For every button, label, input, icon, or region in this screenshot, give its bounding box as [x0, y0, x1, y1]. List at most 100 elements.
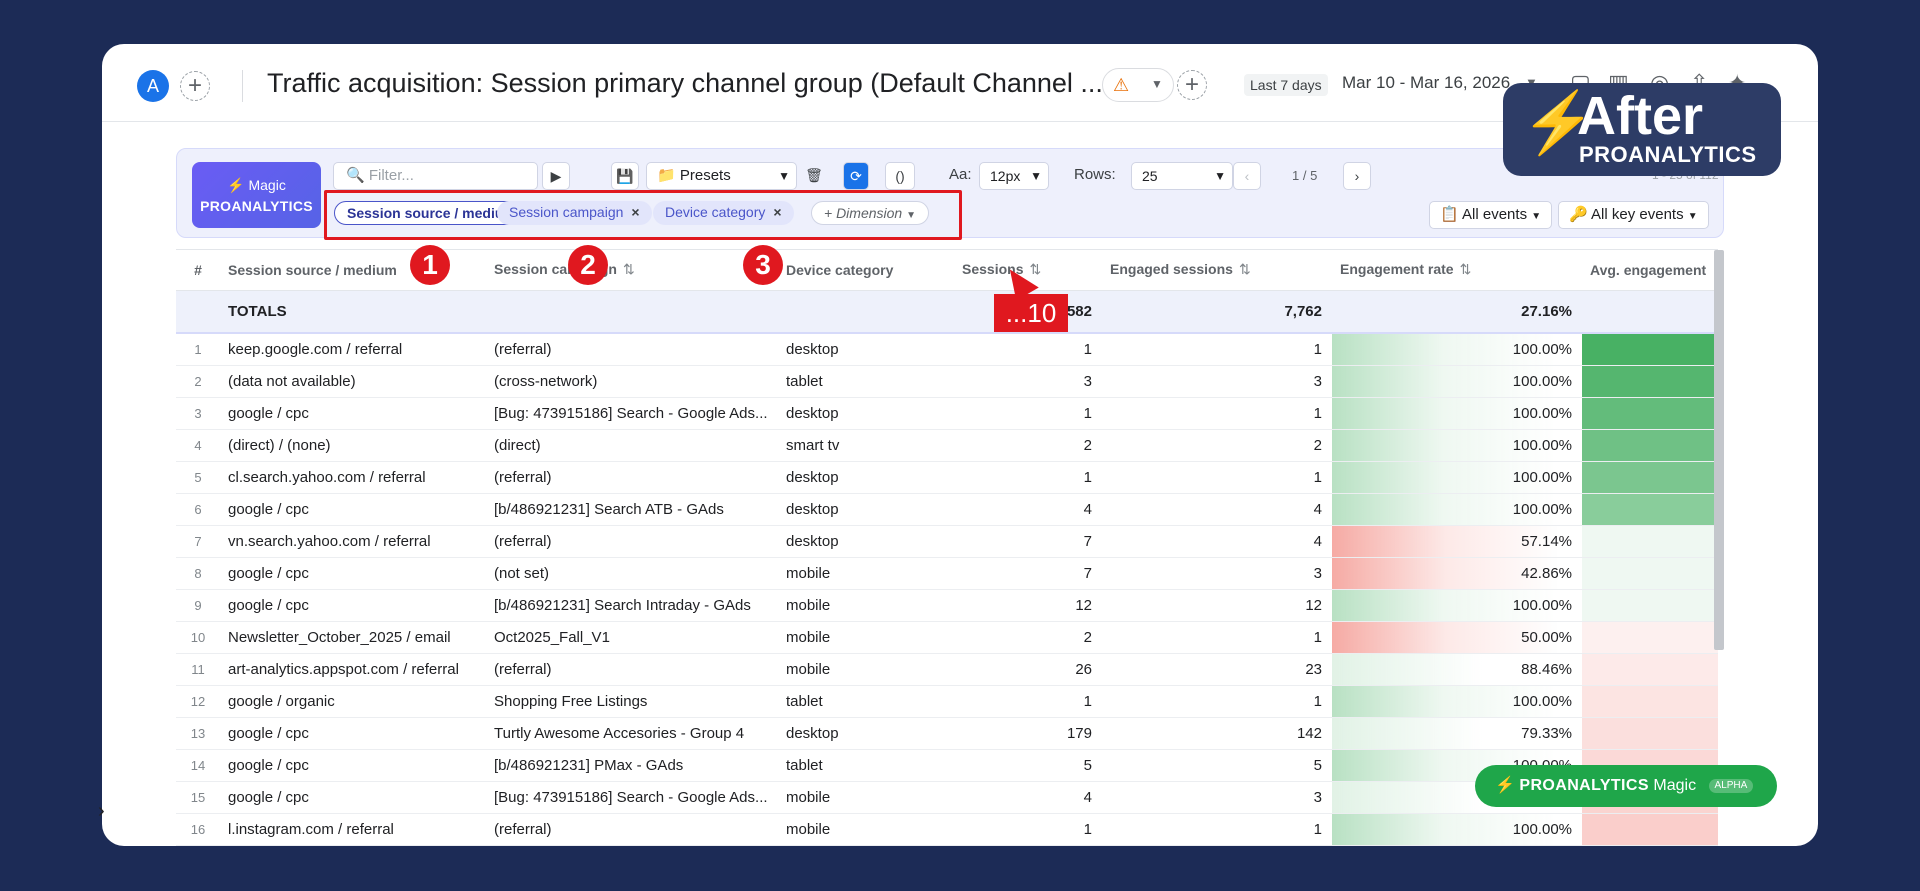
row-index: 11: [176, 653, 220, 686]
col-device-header[interactable]: Device category: [778, 250, 954, 291]
row-rate: 42.86%: [1332, 557, 1582, 590]
row-device: mobile: [778, 621, 954, 654]
add-comparison-button[interactable]: +: [180, 71, 210, 101]
row-source-medium: (data not available): [220, 365, 486, 398]
totals-rate: 27.16%: [1332, 290, 1582, 334]
row-device: mobile: [778, 557, 954, 590]
sort-icon[interactable]: ⇅: [1239, 261, 1251, 277]
chevron-down-icon: ▼: [778, 169, 790, 183]
font-size-select[interactable]: 12px ▼: [979, 162, 1049, 190]
col-engaged-header[interactable]: Engaged sessions ⇅: [1102, 250, 1332, 291]
add-filter-button[interactable]: +: [1177, 70, 1207, 100]
table-row[interactable]: 8 google / cpc (not set) mobile 7 3 42.86%: [176, 557, 1718, 590]
all-key-events-select[interactable]: 🔑 All key events ▼: [1558, 201, 1709, 229]
row-device: desktop: [778, 525, 954, 558]
table-row[interactable]: 1 keep.google.com / referral (referral) des…: [176, 333, 1718, 366]
row-sessions: 26: [954, 653, 1102, 686]
next-page-button[interactable]: ›: [1343, 162, 1371, 190]
row-rate: 100.00%: [1332, 429, 1582, 462]
row-rate: 100.00%: [1332, 813, 1582, 846]
chevron-right-icon[interactable]: ›: [98, 800, 105, 823]
row-avg-engagement: [1582, 685, 1718, 718]
row-avg-engagement: [1582, 525, 1718, 558]
row-campaign: [Bug: 473915186] Search - Google Ads...: [486, 781, 778, 814]
launcher-word: Magic: [1653, 777, 1697, 794]
row-index: 7: [176, 525, 220, 558]
magic-button[interactable]: ⚡ Magic PROANALYTICS: [192, 162, 321, 228]
row-sessions: 12: [954, 589, 1102, 622]
row-device: desktop: [778, 333, 954, 366]
row-rate: 57.14%: [1332, 525, 1582, 558]
prev-page-button[interactable]: ‹: [1233, 162, 1261, 190]
row-rate: 79.33%: [1332, 717, 1582, 750]
row-source-medium: Newsletter_October_2025 / email: [220, 621, 486, 654]
date-range-picker[interactable]: Mar 10 - Mar 16, 2026: [1342, 73, 1510, 93]
row-sessions: 1: [954, 685, 1102, 718]
row-engaged: 1: [1102, 461, 1332, 494]
chevron-down-icon: ▼: [1151, 77, 1163, 91]
chevron-down-icon: ▼: [1214, 169, 1226, 183]
row-index: 1: [176, 333, 220, 366]
col-avg-engagement-header[interactable]: Avg. engagement: [1582, 250, 1718, 291]
trash-icon[interactable]: 🗑: [801, 162, 827, 190]
table-row[interactable]: 3 google / cpc [Bug: 473915186] Search - G…: [176, 397, 1718, 430]
annotation-callout: ...10: [994, 294, 1068, 332]
row-engaged: 23: [1102, 653, 1332, 686]
row-sessions: 2: [954, 621, 1102, 654]
chevron-down-icon: ▼: [1030, 169, 1042, 183]
table-row[interactable]: 12 google / organic Shopping Free Listings…: [176, 685, 1718, 718]
magic-label: Magic: [248, 177, 286, 193]
warning-menu-button[interactable]: ⚠ ▼: [1102, 68, 1174, 102]
key-icon: 🔑: [1569, 206, 1588, 223]
row-device: tablet: [778, 365, 954, 398]
annotation-badge-3: 3: [743, 245, 783, 285]
date-preset-chip[interactable]: Last 7 days: [1244, 74, 1328, 96]
row-device: mobile: [778, 781, 954, 814]
presets-label: Presets: [679, 167, 731, 184]
sort-icon[interactable]: ⇅: [1460, 261, 1472, 277]
table-row[interactable]: 9 google / cpc [b/486921231] Search Intrad…: [176, 589, 1718, 622]
row-rate: 100.00%: [1332, 333, 1582, 366]
row-index: 13: [176, 717, 220, 750]
col-label: Session source / medium: [228, 261, 397, 278]
play-button[interactable]: ▶: [542, 162, 570, 190]
table-row[interactable]: 4 (direct) / (none) (direct) smart tv 2 2 100.…: [176, 429, 1718, 462]
table-row[interactable]: 6 google / cpc [b/486921231] Search ATB - …: [176, 493, 1718, 526]
table-row[interactable]: 10 Newsletter_October_2025 / email Oct2025…: [176, 621, 1718, 654]
avatar[interactable]: A: [137, 70, 169, 102]
table-row[interactable]: 7 vn.search.yahoo.com / referral (referral…: [176, 525, 1718, 558]
row-avg-engagement: [1582, 717, 1718, 750]
totals-index: [176, 290, 220, 334]
presets-select[interactable]: 📁 Presets ▼: [646, 162, 797, 190]
save-icon[interactable]: 💾: [611, 162, 639, 190]
table-scrollbar[interactable]: [1714, 250, 1724, 650]
row-sessions: 7: [954, 525, 1102, 558]
table-row[interactable]: 2 (data not available) (cross-network) tabl…: [176, 365, 1718, 398]
rows-value: 25: [1142, 168, 1158, 184]
col-rate-header[interactable]: Engagement rate ⇅: [1332, 250, 1582, 291]
row-device: mobile: [778, 813, 954, 846]
row-sessions: 1: [954, 397, 1102, 430]
refresh-icon[interactable]: ⟳: [843, 162, 869, 190]
magic-launcher-button[interactable]: ⚡ PROANALYTICS Magic ALPHA: [1475, 765, 1777, 807]
table-row[interactable]: 13 google / cpc Turtly Awesome Accesories …: [176, 717, 1718, 750]
row-campaign: [b/486921231] Search Intraday - GAds: [486, 589, 778, 622]
row-source-medium: (direct) / (none): [220, 429, 486, 462]
row-source-medium: google / cpc: [220, 781, 486, 814]
filter-input[interactable]: 🔍 Filter...: [333, 162, 538, 190]
col-index-header: #: [176, 250, 220, 291]
table-row[interactable]: 5 cl.search.yahoo.com / referral (referral…: [176, 461, 1718, 494]
all-events-select[interactable]: 📋 All events ▼: [1429, 201, 1553, 229]
row-engaged: 142: [1102, 717, 1332, 750]
row-rate: 100.00%: [1332, 493, 1582, 526]
row-rate: 100.00%: [1332, 365, 1582, 398]
rows-select[interactable]: 25 ▼: [1131, 162, 1233, 190]
row-source-medium: google / cpc: [220, 493, 486, 526]
row-campaign: (referral): [486, 653, 778, 686]
sort-icon[interactable]: ⇅: [623, 261, 635, 277]
table-row[interactable]: 11 art-analytics.appspot.com / referral (r…: [176, 653, 1718, 686]
table-row[interactable]: 16 l.instagram.com / referral (referral) mo…: [176, 813, 1718, 846]
rows-label: Rows:: [1074, 166, 1116, 183]
col-campaign-header[interactable]: Session campaign ⇅: [486, 250, 778, 291]
formula-button[interactable]: (): [885, 162, 915, 190]
